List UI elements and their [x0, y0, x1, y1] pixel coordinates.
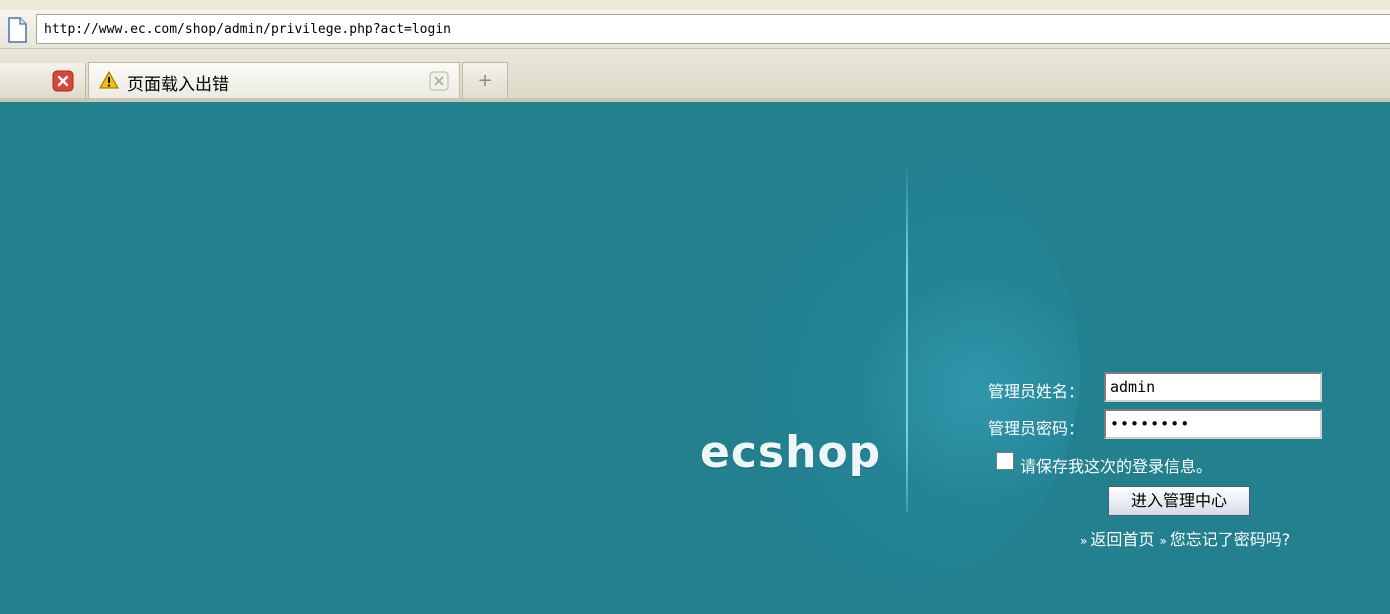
url-input[interactable]: http://www.ec.com/shop/admin/privilege.p…: [36, 14, 1390, 44]
username-input[interactable]: [1104, 372, 1322, 402]
tab-title: 页面载入出错: [127, 75, 229, 95]
address-bar: http://www.ec.com/shop/admin/privilege.p…: [0, 10, 1390, 48]
page-icon: [8, 17, 27, 43]
vertical-divider-line: [906, 160, 908, 512]
ecshop-logo: ecshop: [700, 428, 880, 478]
tab-active[interactable]: 页面载入出错: [88, 62, 460, 98]
tab-close-icon[interactable]: [429, 71, 449, 91]
plus-icon: +: [477, 70, 493, 91]
new-tab-button[interactable]: +: [462, 62, 508, 98]
logo-text: ecshop: [700, 427, 882, 478]
logo-glow: [740, 160, 1080, 580]
link-marker-icon: »: [1159, 534, 1167, 548]
forgot-password-link[interactable]: 您忘记了密码吗?: [1170, 530, 1291, 549]
remember-checkbox[interactable]: [996, 452, 1014, 470]
url-text: http://www.ec.com/shop/admin/privilege.p…: [44, 22, 451, 37]
warning-icon: [99, 71, 119, 89]
link-marker-icon: »: [1080, 534, 1088, 548]
back-home-link[interactable]: 返回首页: [1090, 530, 1154, 549]
remember-label: 请保存我这次的登录信息。: [1020, 457, 1213, 476]
login-submit-button[interactable]: 进入管理中心: [1108, 486, 1250, 516]
window-top-strip: [0, 0, 1390, 10]
footer-links: » 返回首页 » 您忘记了密码吗?: [1080, 526, 1290, 550]
username-label: 管理员姓名：: [988, 382, 1085, 401]
password-input[interactable]: [1104, 409, 1322, 439]
close-all-tabs-icon[interactable]: [52, 70, 74, 92]
password-label: 管理员密码：: [988, 419, 1085, 438]
